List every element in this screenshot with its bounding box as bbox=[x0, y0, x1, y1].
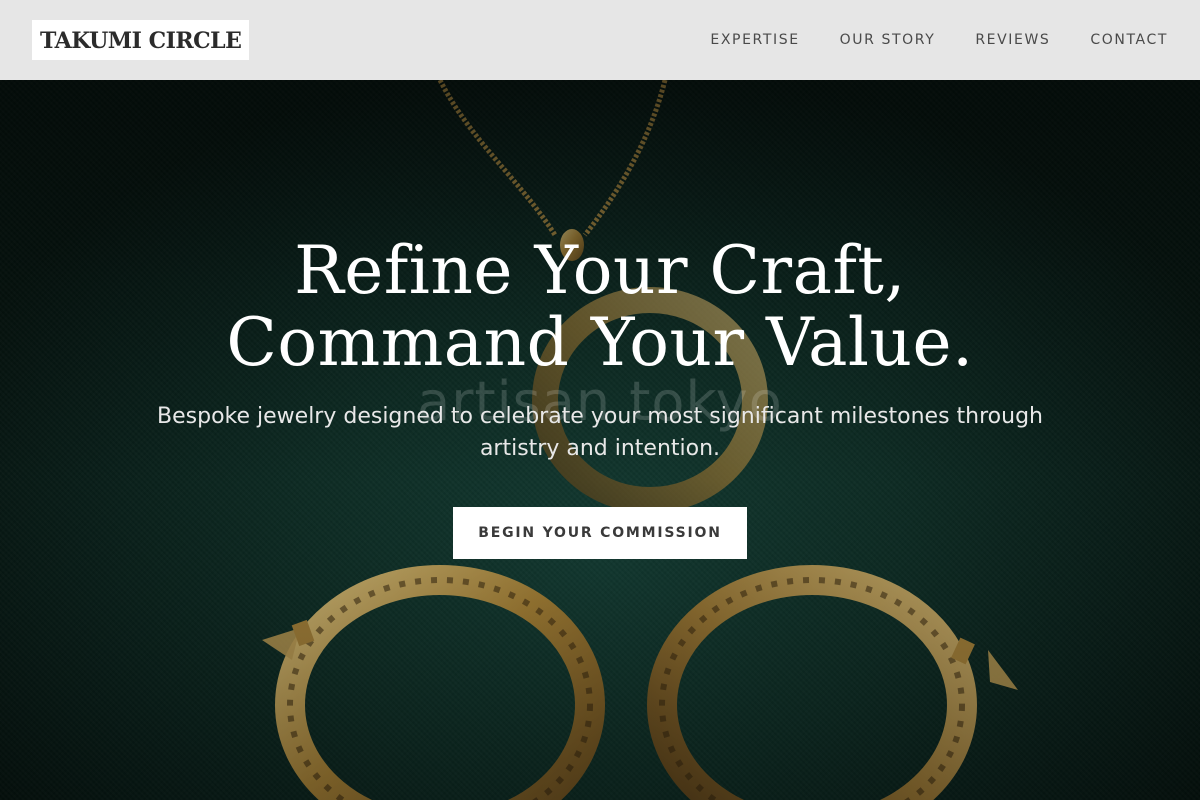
site-logo[interactable]: TAKUMI CIRCLE bbox=[32, 20, 250, 60]
nav-link-contact[interactable]: CONTACT bbox=[1090, 32, 1168, 48]
begin-commission-button[interactable]: BEGIN YOUR COMMISSION bbox=[453, 507, 747, 559]
hero-subtitle: Bespoke jewelry designed to celebrate yo… bbox=[157, 404, 1043, 461]
nav-link-reviews[interactable]: REVIEWS bbox=[975, 32, 1050, 48]
page: TAKUMI CIRCLE EXPERTISE OUR STORY REVIEW… bbox=[0, 0, 1200, 800]
hero-title-line-1: Refine Your Craft, bbox=[294, 232, 906, 309]
hero-title-line-2: Command Your Value. bbox=[226, 304, 974, 381]
hero-content: Refine Your Craft, Command Your Value. B… bbox=[0, 235, 1200, 559]
main-nav: EXPERTISE OUR STORY REVIEWS CONTACT bbox=[710, 32, 1168, 48]
site-header: TAKUMI CIRCLE EXPERTISE OUR STORY REVIEW… bbox=[0, 0, 1200, 80]
hero-title: Refine Your Craft, Command Your Value. bbox=[0, 235, 1200, 379]
nav-link-our-story[interactable]: OUR STORY bbox=[840, 32, 936, 48]
nav-link-expertise[interactable]: EXPERTISE bbox=[710, 32, 799, 48]
